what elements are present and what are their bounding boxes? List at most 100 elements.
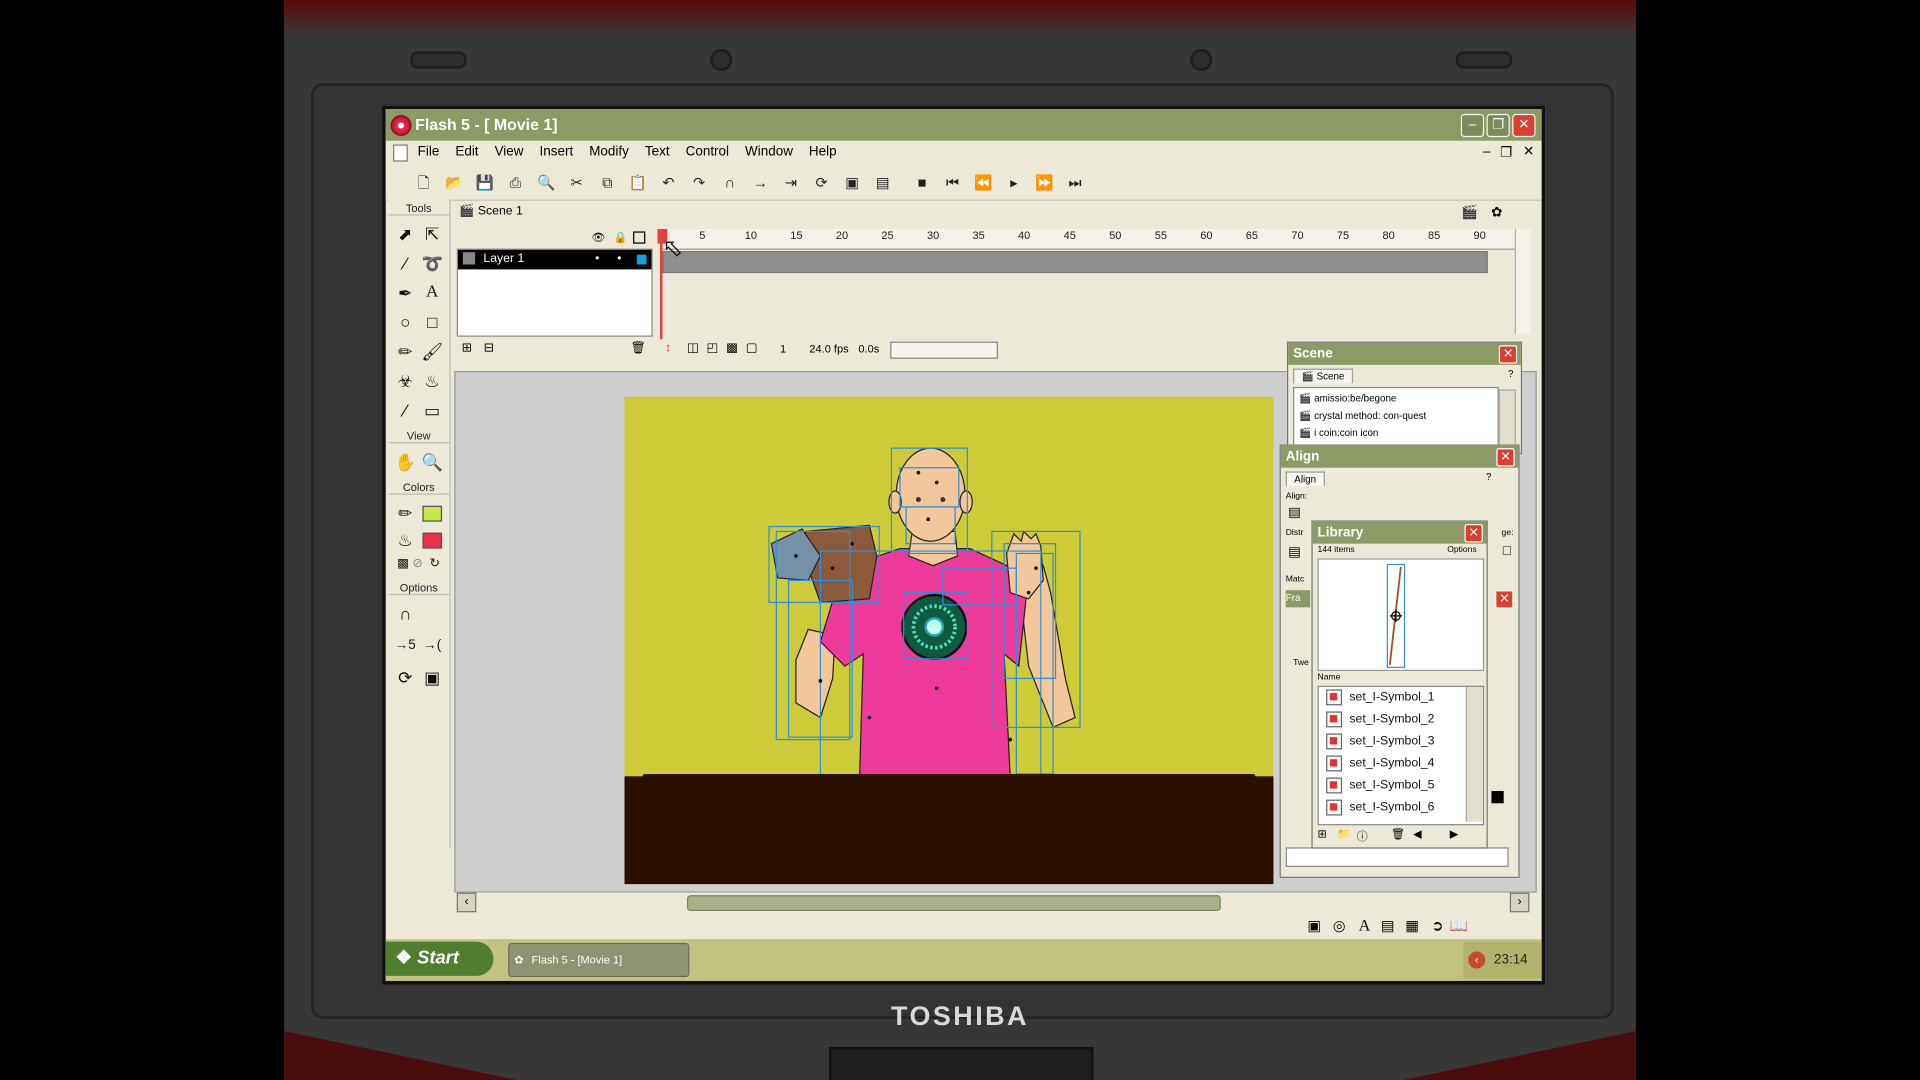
library-item[interactable]: set_I-Symbol_4 (1319, 753, 1434, 775)
scene-panel-close-icon[interactable]: ✕ (1498, 345, 1518, 364)
timeline-vscroll[interactable] (1514, 228, 1531, 335)
menu-modify[interactable]: Modify (589, 141, 629, 159)
doc-close-button[interactable]: ✕ (1523, 143, 1534, 159)
print-icon[interactable]: ⎙ (504, 171, 526, 193)
frame-ruler[interactable]: 5 10 15 20 25 30 35 40 45 50 55 60 65 70 75 80 85 90 (662, 228, 1520, 250)
straighten-option-icon[interactable]: →( (420, 633, 444, 657)
properties-icon[interactable]: ⓘ (1357, 828, 1368, 844)
doc-minimize-button[interactable]: – (1483, 144, 1491, 159)
scene-item[interactable]: 🎬 amissio:be/begone (1299, 393, 1396, 404)
menu-help[interactable]: Help (809, 141, 837, 159)
layer-lock-dot[interactable]: • (617, 250, 621, 270)
info-panel-icon[interactable]: ▣ (1307, 917, 1321, 934)
frame-track[interactable] (662, 251, 1488, 274)
edit-symbols-icon[interactable]: ✿ (1491, 204, 1502, 221)
align-panel-close-icon[interactable]: ✕ (1496, 448, 1515, 467)
onion-outline-icon[interactable]: ◰ (707, 342, 719, 355)
align-help-icon[interactable]: ? (1486, 471, 1491, 482)
scale-icon[interactable]: ▣ (841, 171, 863, 193)
menu-window[interactable]: Window (745, 141, 793, 159)
undo-icon[interactable]: ↶ (658, 171, 680, 193)
save-icon[interactable]: 💾 (474, 171, 496, 193)
oval-tool-icon[interactable]: ○ (393, 310, 417, 334)
scene-item[interactable]: 🎬 crystal method: con-quest (1299, 410, 1426, 421)
align-icon[interactable]: ▤ (872, 171, 894, 193)
arrow-tool-icon[interactable]: ⬈ (393, 222, 417, 246)
pencil-tool-icon[interactable]: ✏ (393, 339, 417, 363)
center-frame-icon[interactable]: ↕ (665, 342, 671, 355)
rewind-icon[interactable]: ⏮ (942, 171, 964, 193)
library-item[interactable]: set_I-Symbol_5 (1319, 775, 1434, 797)
zoom-tool-icon[interactable]: 🔍 (420, 449, 444, 473)
cut-icon[interactable]: ✂ (566, 171, 588, 193)
library-list-scrollbar[interactable] (1465, 686, 1483, 822)
onion-markers-icon[interactable]: ▢ (746, 342, 758, 355)
library-panel-icon[interactable]: 📖 (1450, 917, 1468, 934)
library-item[interactable]: set_I-Symbol_2 (1319, 709, 1434, 731)
menu-insert[interactable]: Insert (540, 141, 574, 159)
pen-tool-icon[interactable]: ✒ (393, 280, 417, 304)
scene-item[interactable]: 🎬 i coin:coin icon (1299, 427, 1378, 438)
menu-text[interactable]: Text (645, 141, 670, 159)
rectangle-tool-icon[interactable]: □ (420, 310, 444, 334)
print-preview-icon[interactable]: 🔍 (535, 171, 557, 193)
frame-rate[interactable]: 24.0 fps (809, 343, 848, 355)
edit-multiple-frames-icon[interactable]: ▩ (726, 342, 738, 355)
open-icon[interactable]: 📂 (443, 171, 465, 193)
smooth-option-icon[interactable]: →5 (393, 633, 417, 657)
new-folder-icon[interactable]: 📁 (1337, 828, 1351, 841)
text-tool-icon[interactable]: A (420, 280, 444, 304)
align-left-icon[interactable]: ▤ (1288, 504, 1301, 521)
minimize-button[interactable]: – (1460, 113, 1485, 138)
scroll-left-button[interactable]: ‹ (456, 892, 477, 913)
stage[interactable] (624, 396, 1274, 885)
fill-color-swatch[interactable] (422, 532, 443, 549)
lock-icon[interactable]: 🔒 (613, 231, 627, 244)
edit-scene-icon[interactable]: 🎬 (1461, 204, 1478, 221)
play-icon[interactable]: ▸ (1003, 171, 1025, 193)
hscroll-thumb[interactable] (686, 895, 1221, 912)
scene-tab[interactable]: 🎬 Scene (1293, 368, 1353, 384)
doc-restore-button[interactable]: ❐ (1500, 144, 1512, 161)
timeline-hscroll[interactable] (890, 341, 998, 359)
stage-hscroll[interactable]: ‹ › (454, 892, 1532, 913)
library-narrow-icon[interactable]: ◀ (1413, 828, 1421, 841)
instance-panel-icon[interactable]: ▤ (1381, 917, 1395, 934)
swap-colors-icon[interactable]: ↻ (422, 552, 446, 576)
stroke-color-swatch[interactable] (422, 505, 443, 522)
eye-icon[interactable]: 👁 (591, 231, 605, 244)
rotate-icon[interactable]: ⟳ (811, 171, 833, 193)
step-back-icon[interactable]: ⏪ (972, 171, 994, 193)
delete-symbol-icon[interactable]: 🗑 (1391, 828, 1405, 841)
mixer-panel-icon[interactable]: ◎ (1333, 917, 1346, 934)
onion-skin-icon[interactable]: ◫ (687, 342, 699, 355)
menu-edit[interactable]: Edit (455, 141, 478, 159)
space-icon[interactable]: □ (1503, 544, 1511, 559)
panel-input[interactable] (1285, 847, 1509, 867)
movie-explorer-icon[interactable]: ▦ (1405, 917, 1419, 934)
outline-icon[interactable] (633, 231, 646, 244)
scene-breadcrumb[interactable]: 🎬 Scene 1 (459, 204, 523, 217)
menu-control[interactable]: Control (686, 141, 729, 159)
layer-row[interactable]: Layer 1 • • (457, 249, 652, 270)
ink-bottle-tool-icon[interactable]: ☣ (393, 369, 417, 393)
scale-option-icon[interactable]: ▣ (420, 665, 444, 689)
new-symbol-icon[interactable]: ⊞ (1318, 828, 1327, 841)
layer-color-swatch[interactable] (636, 254, 647, 265)
library-panel-close-icon[interactable]: ✕ (1464, 524, 1483, 543)
scroll-right-button[interactable]: › (1509, 892, 1530, 913)
delete-layer-icon[interactable]: 🗑 (631, 342, 647, 355)
paste-icon[interactable]: 📋 (627, 171, 649, 193)
stop-icon[interactable]: ■ (911, 171, 933, 193)
layer-visible-dot[interactable]: • (595, 250, 599, 270)
snap-magnet-icon[interactable]: ∩ (719, 171, 741, 193)
character-panel-icon[interactable]: A (1359, 916, 1370, 936)
scene-help-icon[interactable]: ? (1508, 369, 1513, 380)
menu-view[interactable]: View (495, 141, 524, 159)
restore-button[interactable]: ❐ (1486, 113, 1510, 138)
copy-icon[interactable]: ⧉ (596, 171, 618, 193)
straighten-icon[interactable]: ⇥ (780, 171, 802, 193)
taskbar-item-flash[interactable]: ✿ Flash 5 - [Movie 1] (508, 942, 690, 978)
align-tab[interactable]: Align (1285, 471, 1325, 487)
eraser-tool-icon[interactable]: ▭ (420, 398, 444, 422)
